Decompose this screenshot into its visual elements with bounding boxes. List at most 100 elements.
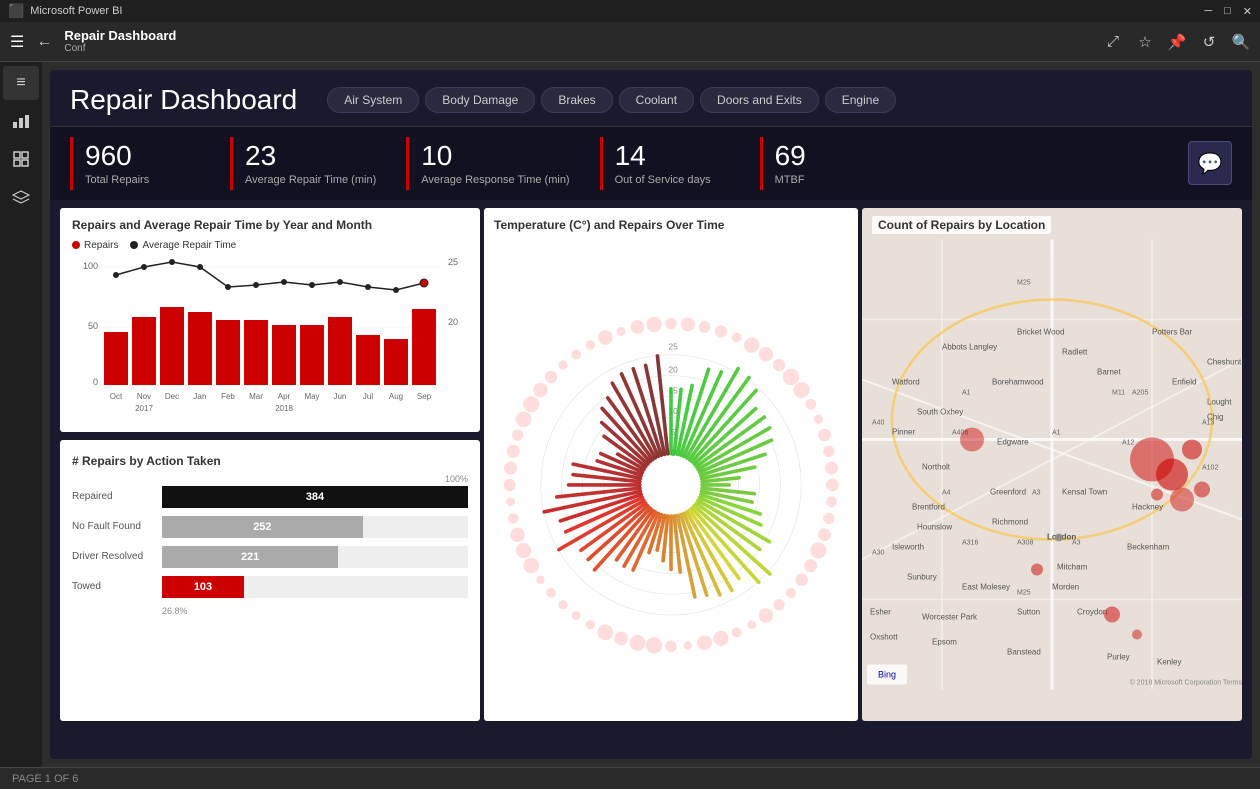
svg-text:Kensal Town: Kensal Town <box>1062 487 1107 496</box>
sidebar-grid-btn[interactable] <box>3 142 39 176</box>
back-arrow-icon[interactable]: ← <box>36 33 52 51</box>
svg-text:A30: A30 <box>872 549 885 556</box>
svg-text:A4: A4 <box>942 489 951 496</box>
star-icon[interactable]: ☆ <box>1136 33 1154 51</box>
svg-text:Mitcham: Mitcham <box>1057 562 1088 571</box>
svg-text:A316: A316 <box>962 539 978 546</box>
svg-text:A205: A205 <box>1132 389 1148 396</box>
bar-chart-legend: Repairs Average Repair Time <box>72 240 468 251</box>
map-box: Count of Repairs by Location <box>862 208 1242 721</box>
svg-text:20: 20 <box>448 317 458 327</box>
chat-icon-btn[interactable]: 💬 <box>1188 141 1232 185</box>
sidebar-home-btn[interactable]: ≡ <box>3 66 39 100</box>
svg-text:Purley: Purley <box>1107 652 1130 661</box>
svg-text:20: 20 <box>668 364 678 374</box>
svg-text:Oct: Oct <box>110 392 123 401</box>
svg-text:May: May <box>304 392 319 401</box>
expand-icon[interactable]: ⤢ <box>1104 33 1122 51</box>
svg-text:Morden: Morden <box>1052 582 1079 591</box>
svg-text:Chig: Chig <box>1207 412 1223 421</box>
svg-text:Watford: Watford <box>892 377 920 386</box>
svg-text:M25: M25 <box>1017 589 1031 596</box>
svg-text:Barnet: Barnet <box>1097 367 1121 376</box>
ribbon-title: Repair Dashboard <box>64 28 176 44</box>
page-info: PAGE 1 OF 6 <box>12 773 78 785</box>
search-icon[interactable]: 🔍 <box>1232 33 1250 51</box>
sidebar-layers-btn[interactable] <box>3 180 39 214</box>
svg-text:Lought: Lought <box>1207 397 1232 406</box>
avg-time-dot <box>130 241 138 249</box>
svg-text:Isleworth: Isleworth <box>892 542 924 551</box>
avg-repair-line <box>116 262 424 290</box>
svg-text:Banstead: Banstead <box>1007 647 1041 656</box>
kpi-row: 960 Total Repairs 23 Average Repair Time… <box>50 126 1252 200</box>
bar-dec <box>160 307 184 385</box>
svg-text:Kenley: Kenley <box>1157 657 1181 666</box>
hamburger-icon[interactable]: ☰ <box>10 32 24 52</box>
tab-coolant[interactable]: Coolant <box>619 87 694 113</box>
svg-text:Cheshunt: Cheshunt <box>1207 357 1242 366</box>
bar-chart-svg: 100 50 0 25 20 <box>72 257 468 417</box>
svg-text:South Oxhey: South Oxhey <box>917 407 963 416</box>
tab-air-system[interactable]: Air System <box>327 87 419 113</box>
svg-text:A12: A12 <box>1122 439 1135 446</box>
bar-apr <box>272 325 296 385</box>
svg-text:100: 100 <box>83 261 98 271</box>
svg-text:Dec: Dec <box>165 392 179 401</box>
bar-aug <box>384 339 408 385</box>
bar-chart-title: Repairs and Average Repair Time by Year … <box>72 218 468 232</box>
tab-brakes[interactable]: Brakes <box>541 87 612 113</box>
kpi-avg-response-time: 10 Average Response Time (min) <box>406 137 599 190</box>
pin-icon[interactable]: 📌 <box>1168 33 1186 51</box>
maximize-btn[interactable]: □ <box>1224 5 1231 18</box>
close-btn[interactable]: ✕ <box>1243 5 1252 18</box>
minimize-btn[interactable]: ─ <box>1204 5 1212 18</box>
bar-may <box>300 325 324 385</box>
left-panel: Repairs and Average Repair Time by Year … <box>60 208 480 721</box>
bar-feb <box>216 320 240 385</box>
svg-text:M11: M11 <box>1112 389 1125 396</box>
bar-jan <box>188 312 212 385</box>
svg-text:Borehamwood: Borehamwood <box>992 377 1044 386</box>
app-name: Microsoft Power BI <box>30 5 122 17</box>
dash-header: Repair Dashboard Air System Body Damage … <box>50 70 1252 126</box>
svg-text:A308: A308 <box>1017 539 1033 546</box>
kpi-avg-repair-time: 23 Average Repair Time (min) <box>230 137 406 190</box>
nav-tabs: Air System Body Damage Brakes Coolant Do… <box>327 87 896 113</box>
svg-text:Jul: Jul <box>363 392 373 401</box>
svg-text:A3: A3 <box>1032 489 1041 496</box>
kpi-out-of-service: 14 Out of Service days <box>600 137 760 190</box>
tab-body-damage[interactable]: Body Damage <box>425 87 535 113</box>
svg-text:Croydon: Croydon <box>1077 607 1107 616</box>
hbar-driver-resolved: Driver Resolved 221 <box>72 546 468 568</box>
svg-text:Beckenham: Beckenham <box>1127 542 1170 551</box>
svg-text:Radlett: Radlett <box>1062 347 1088 356</box>
dash-title: Repair Dashboard <box>70 84 297 116</box>
title-bar: ⬛ Microsoft Power BI ─ □ ✕ <box>0 0 1260 22</box>
svg-text:Brentford: Brentford <box>912 502 945 511</box>
sidebar-chart-btn[interactable] <box>3 104 39 138</box>
mid-panel: Temperature (C°) and Repairs Over Time <box>480 208 862 721</box>
pct-label-100: 100% <box>72 474 468 484</box>
svg-text:Hackney: Hackney <box>1132 502 1163 511</box>
actions-title: # Repairs by Action Taken <box>72 454 468 468</box>
svg-text:Sunbury: Sunbury <box>907 572 937 581</box>
legend-avg-time: Average Repair Time <box>130 240 236 251</box>
tab-engine[interactable]: Engine <box>825 87 896 113</box>
svg-text:Enfield: Enfield <box>1172 377 1196 386</box>
svg-text:A40: A40 <box>872 419 885 426</box>
svg-text:A1: A1 <box>1052 429 1061 436</box>
kpi-total-repairs: 960 Total Repairs <box>70 137 230 190</box>
hbar-towed: Towed 103 <box>72 576 468 598</box>
svg-text:Northolt: Northolt <box>922 462 951 471</box>
svg-text:Aug: Aug <box>389 392 403 401</box>
tab-doors-exits[interactable]: Doors and Exits <box>700 87 819 113</box>
svg-text:Mar: Mar <box>249 392 263 401</box>
refresh-icon[interactable]: ↺ <box>1200 33 1218 51</box>
svg-text:50: 50 <box>88 321 98 331</box>
svg-text:Oxshott: Oxshott <box>870 632 898 641</box>
hbar-no-fault: No Fault Found 252 <box>72 516 468 538</box>
legend-repairs: Repairs <box>72 240 118 251</box>
svg-text:A102: A102 <box>1202 464 1218 471</box>
svg-text:East Molesey: East Molesey <box>962 582 1010 591</box>
